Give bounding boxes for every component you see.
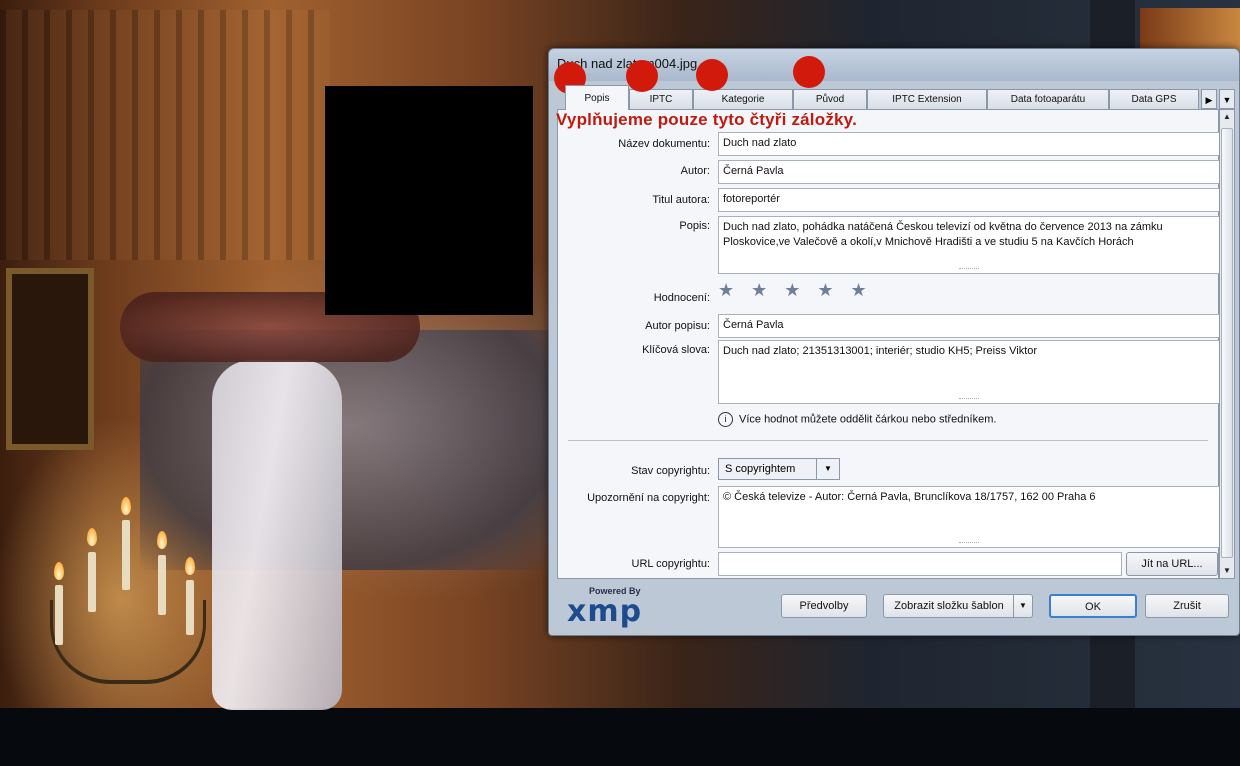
candle-flame [185,557,195,575]
resize-grip[interactable] [959,398,979,401]
hint-text: i Více hodnot můžete oddělit čárkou nebo … [718,412,996,427]
candle [88,552,96,612]
resize-grip[interactable] [959,268,979,271]
wall-panelling [0,10,330,260]
tab-puvod[interactable]: Původ [793,89,867,109]
upozorneni-field[interactable]: © Česká televize - Autor: Černá Pavla, B… [718,486,1220,548]
candle-flame [54,562,64,580]
cancel-button[interactable]: Zrušit [1145,594,1229,618]
candle-flame [121,497,131,515]
file-info-dialog: Duch nad zlatem004.jpg Popis IPTC Katego… [548,48,1240,636]
section-divider [568,440,1208,441]
label-url: URL copyrightu: [631,558,710,570]
scroll-up-icon[interactable]: ▲ [1220,110,1234,124]
titul-field[interactable]: fotoreportér [718,188,1220,212]
tab-iptc-extension[interactable]: IPTC Extension [867,89,987,109]
tab-data-fotoaparatu[interactable]: Data fotoaparátu [987,89,1109,109]
scroll-thumb[interactable] [1221,128,1233,558]
url-copyright-field[interactable] [718,552,1122,576]
wall-painting [6,268,94,450]
autor-popisu-field[interactable]: Černá Pavla [718,314,1220,338]
scroll-down-icon[interactable]: ▼ [1220,564,1234,578]
chevron-down-icon: ▼ [1013,595,1032,617]
nazev-field[interactable]: Duch nad zlato [718,132,1220,156]
ok-button[interactable]: OK [1049,594,1137,618]
chevron-down-icon: ▼ [816,459,839,479]
tab-strip: Popis IPTC Kategorie Původ IPTC Extensio… [557,85,1235,110]
upozorneni-text: © Česká televize - Autor: Černá Pavla, B… [723,491,1096,503]
label-upozorneni: Upozornění na copyright: [587,492,710,504]
candle-flame [87,528,97,546]
rating-stars[interactable]: ★ ★ ★ ★ ★ [718,280,873,301]
annotation-dot [626,60,658,92]
candelabra [50,600,206,684]
popis-field[interactable]: Duch nad zlato, pohádka natáčená Českou … [718,216,1220,274]
zobrazit-slozku-sablon-button[interactable]: Zobrazit složku šablon ▼ [883,594,1033,618]
tab-iptc[interactable]: IPTC [629,89,693,109]
label-hodnoceni: Hodnocení: [653,292,710,304]
warm-light [1140,8,1240,52]
tab-popis[interactable]: Popis [565,85,629,110]
predvolby-button[interactable]: Předvolby [781,594,867,618]
copyright-status-value: S copyrightem [725,463,796,475]
label-popis: Popis: [679,220,710,232]
info-icon: i [718,412,733,427]
klicova-slova-text: Duch nad zlato; 21351313001; interiér; s… [723,345,1038,357]
popis-panel: Název dokumentu: Duch nad zlato Autor: Č… [557,109,1220,579]
resize-grip[interactable] [959,542,979,545]
label-autor: Autor: [680,165,710,177]
candle [158,555,166,615]
popis-text: Duch nad zlato, pohádka natáčená Českou … [723,221,1163,248]
candle [186,580,194,635]
autor-field[interactable]: Černá Pavla [718,160,1220,184]
annotation-banner: Vyplňujeme pouze tyto čtyři záložky. [556,110,857,129]
xmp-logo: xmp [567,594,643,629]
hint-label: Více hodnot můžete oddělit čárkou nebo s… [739,413,997,426]
candle [55,585,63,645]
vertical-scrollbar[interactable]: ▲ ▼ [1219,109,1235,579]
copyright-status-select[interactable]: S copyrightem ▼ [718,458,840,480]
label-nazev: Název dokumentu: [618,138,710,150]
tab-data-gps[interactable]: Data GPS [1109,89,1199,109]
klicova-slova-field[interactable]: Duch nad zlato; 21351313001; interiér; s… [718,340,1220,404]
candle [122,520,130,590]
label-klicova-slova: Klíčová slova: [642,344,710,356]
annotation-dot [793,56,825,88]
label-titul: Titul autora: [652,194,710,206]
costumed-figure [140,330,560,570]
go-to-url-button[interactable]: Jít na URL... [1126,552,1218,576]
annotation-dot [696,59,728,91]
label-autor-popisu: Autor popisu: [645,320,710,332]
zobrazit-label: Zobrazit složku šablon [894,600,1004,612]
lace-sleeve [212,360,342,710]
tab-menu-icon[interactable]: ▼ [1219,89,1235,109]
label-stav-copyrightu: Stav copyrightu: [631,465,710,477]
tab-kategorie[interactable]: Kategorie [693,89,793,109]
redaction-box [325,86,533,315]
candle-flame [157,531,167,549]
tab-scroll-right-icon[interactable]: ▶ [1201,89,1217,109]
